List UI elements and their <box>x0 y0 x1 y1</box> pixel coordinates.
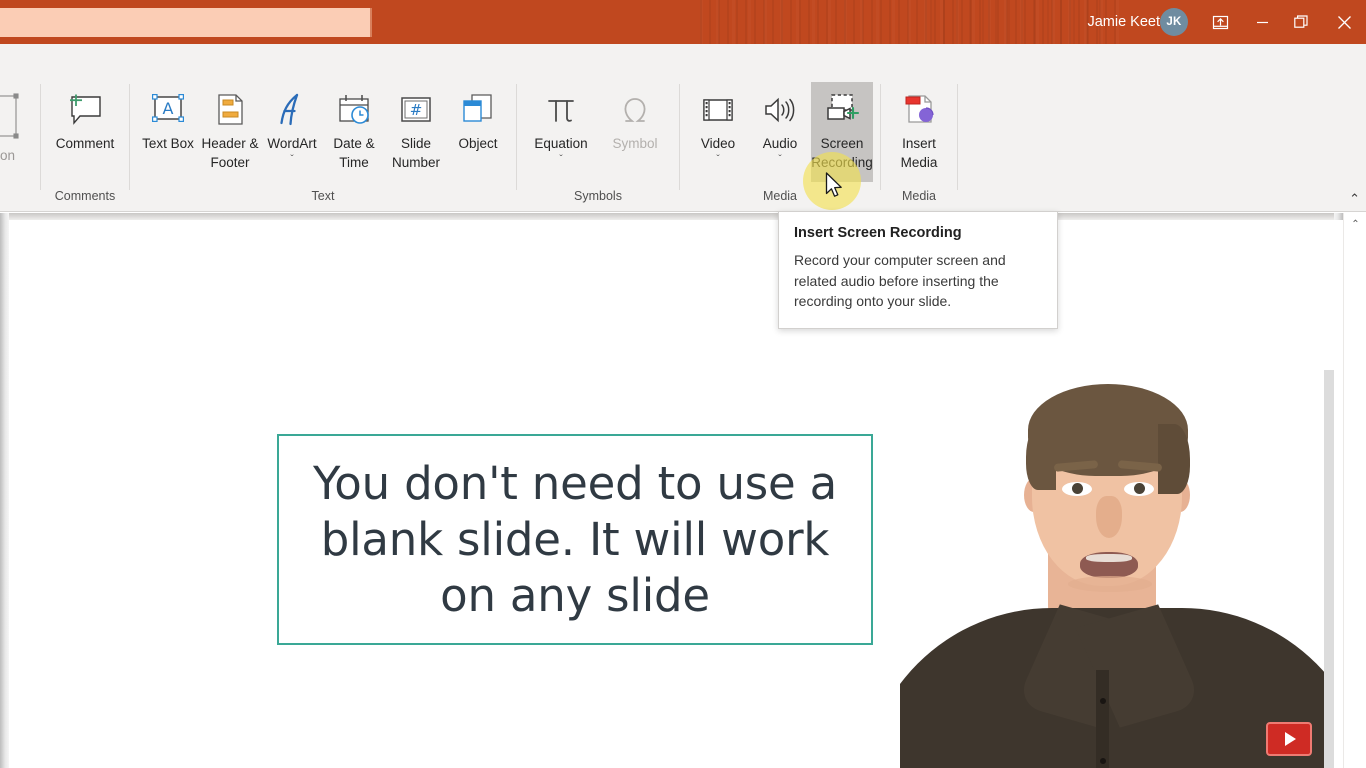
chevron-down-icon[interactable]: ˇ <box>559 154 562 165</box>
avatar[interactable]: JK <box>1160 8 1188 36</box>
presenter-pupil-left <box>1072 483 1083 494</box>
ribbon-groups: Comment Comments A Text Box Header & Foo… <box>0 76 1366 212</box>
ribbon-group-label: Media <box>901 189 937 203</box>
ribbon-group-symbols: Equation ˇ Symbol Symbols <box>517 76 679 212</box>
ribbon-button-label: Header & Footer <box>201 136 259 170</box>
presenter-hair-left <box>1026 424 1056 490</box>
ribbon-group-comments: Comment Comments <box>41 76 129 212</box>
chevron-down-icon[interactable]: ˇ <box>778 154 781 165</box>
equation-pi-icon <box>541 88 581 132</box>
ribbon-button-label: Comment <box>55 136 115 151</box>
highlighted-title-bar-region <box>0 8 372 37</box>
text-box-icon: A <box>148 88 188 132</box>
close-icon[interactable] <box>1322 0 1366 44</box>
ribbon-button-comment[interactable]: Comment <box>48 82 122 182</box>
date-time-icon <box>334 88 374 132</box>
ribbon-group-media-addin: Insert Media Media <box>881 76 957 212</box>
maximize-icon[interactable] <box>1279 0 1323 44</box>
account-name: Jamie Keet <box>1087 14 1160 30</box>
ribbon-button-label: Video <box>700 136 736 151</box>
slide-text: You don't need to use a blank slide. It … <box>313 456 837 622</box>
ribbon-button-label: Symbol <box>612 136 658 151</box>
audio-speaker-icon <box>760 88 800 132</box>
ribbon-button-label: Object <box>458 136 498 151</box>
chevron-down-icon[interactable]: ˇ <box>290 154 293 165</box>
ribbon-button-header-footer[interactable]: Header & Footer <box>199 82 261 182</box>
ribbon-button-object[interactable]: Object <box>447 82 509 182</box>
ribbon-button-equation[interactable]: Equation ˇ <box>524 82 598 182</box>
presenter-hair-right <box>1158 424 1190 494</box>
svg-text:#: # <box>410 101 423 119</box>
wordart-icon <box>272 88 312 132</box>
presenter-right-edge <box>1324 370 1334 768</box>
new-comment-icon <box>65 88 105 132</box>
video-filmstrip-icon <box>698 88 738 132</box>
presenter-shirt-button <box>1100 698 1106 704</box>
tooltip-title: Insert Screen Recording <box>794 225 962 241</box>
screen-recording-icon <box>822 88 862 132</box>
ribbon-group-text: A Text Box Header & Footer WordArt ˇ Dat… <box>130 76 516 212</box>
vertical-scrollbar[interactable]: ⌃ <box>1343 213 1366 768</box>
ribbon-group-label: Symbols <box>574 189 622 203</box>
ribbon: on Comment Comments A Text Box Header & … <box>0 44 1366 212</box>
mouse-cursor <box>825 172 845 205</box>
ribbon-button-label: Date & Time <box>333 136 375 170</box>
ribbon-button-label: Text Box <box>142 136 194 151</box>
presenter-pupil-right <box>1134 483 1145 494</box>
presenter-teeth <box>1086 554 1132 562</box>
group-separator <box>957 84 958 190</box>
presenter-webcam-overlay <box>900 370 1334 768</box>
insert-media-icon <box>899 88 939 132</box>
presenter-chin-shadow <box>1068 576 1152 592</box>
collapse-ribbon-chevron-icon[interactable]: ⌃ <box>1349 191 1360 207</box>
ribbon-button-label: Insert Media <box>900 136 938 170</box>
svg-text:A: A <box>163 99 174 118</box>
scroll-up-arrow-icon[interactable]: ⌃ <box>1344 213 1366 235</box>
symbol-omega-icon <box>615 88 655 132</box>
ribbon-button-date-time[interactable]: Date & Time <box>323 82 385 182</box>
canvas-left-gutter <box>0 213 9 768</box>
screen-recording-tooltip: Insert Screen Recording Record your comp… <box>778 211 1058 329</box>
ribbon-group-label: Comments <box>54 189 116 203</box>
ribbon-button-label: Audio <box>762 136 798 151</box>
ribbon-button-label: Slide Number <box>391 136 440 170</box>
slide-text-box[interactable]: You don't need to use a blank slide. It … <box>277 434 873 645</box>
ribbon-button-symbol[interactable]: Symbol <box>598 82 672 182</box>
presenter-nose <box>1096 496 1122 538</box>
presenter-shirt-button <box>1100 758 1106 764</box>
youtube-play-badge-icon <box>1266 722 1312 756</box>
ribbon-button-slide-number[interactable]: # Slide Number <box>385 82 447 182</box>
chevron-down-icon[interactable]: ˇ <box>716 154 719 165</box>
canvas-top-shadow <box>9 213 1343 220</box>
title-bar: Jamie Keet JK <box>0 0 1366 44</box>
ribbon-button-audio[interactable]: Audio ˇ <box>749 82 811 182</box>
titlebar-decorative-pattern-2 <box>930 0 1110 44</box>
restore-down-icon[interactable] <box>1198 0 1242 44</box>
tooltip-body: Record your computer screen and related … <box>794 252 1006 309</box>
ribbon-group-label: Text <box>311 189 335 203</box>
slide-number-icon: # <box>396 88 436 132</box>
ribbon-button-insert-media[interactable]: Insert Media <box>888 82 950 182</box>
object-icon <box>458 88 498 132</box>
ribbon-button-video[interactable]: Video ˇ <box>687 82 749 182</box>
ribbon-button-wordart[interactable]: WordArt ˇ <box>261 82 323 182</box>
header-footer-icon <box>210 88 250 132</box>
ribbon-button-text-box[interactable]: A Text Box <box>137 82 199 182</box>
ribbon-button-label: WordArt <box>267 136 317 151</box>
minimize-icon[interactable] <box>1240 0 1284 44</box>
powerpoint-window: Jamie Keet JK on Comment Comments A Text… <box>0 0 1366 768</box>
ribbon-button-label: Equation <box>534 136 588 151</box>
play-triangle-icon <box>1285 732 1296 746</box>
presenter-shirt-placket <box>1096 670 1109 768</box>
